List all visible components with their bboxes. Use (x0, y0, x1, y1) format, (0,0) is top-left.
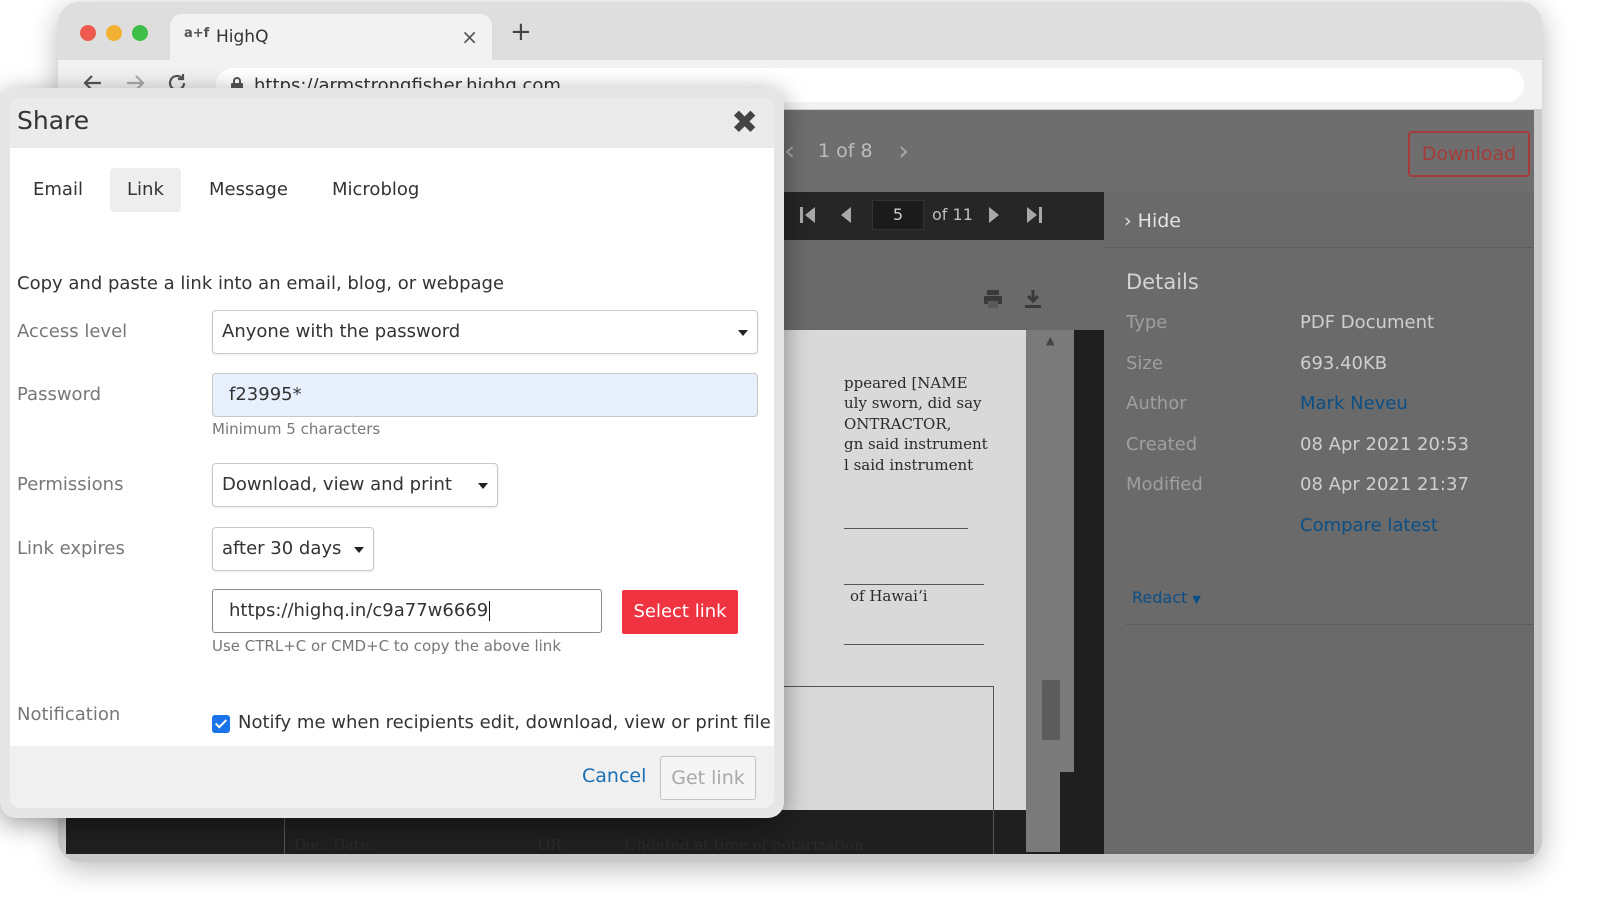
doc-text-line: l said instrument (844, 456, 974, 474)
caret-down-icon (738, 330, 748, 336)
window-zoom-icon[interactable] (132, 25, 148, 41)
checkmark-icon (214, 716, 228, 729)
permissions-label: Permissions (17, 474, 124, 495)
compare-latest-link[interactable]: Compare latest (1300, 515, 1438, 536)
new-tab-icon[interactable]: + (510, 19, 532, 45)
doc-text-line: OR (538, 836, 562, 854)
copy-link-hint: Use CTRL+C or CMD+C to copy the above li… (212, 637, 561, 655)
detail-value-created: 08 Apr 2021 20:53 (1300, 434, 1469, 455)
page-number-input[interactable]: 5 (872, 200, 924, 230)
doc-text-line: uly sworn, did say (844, 394, 982, 412)
access-level-value: Anyone with the password (222, 321, 461, 342)
close-icon[interactable]: ✖ (731, 103, 758, 141)
dialog-header: Share ✖ (10, 98, 774, 148)
password-input[interactable]: f23995* (212, 373, 758, 417)
doc-text-line: gn said instrument (844, 435, 988, 453)
print-icon[interactable] (982, 288, 1004, 310)
permissions-value: Download, view and print (222, 474, 452, 495)
redact-label: Redact (1132, 588, 1188, 607)
notification-label: Notification (17, 704, 121, 725)
tab-title: HighQ (216, 27, 269, 47)
caret-down-icon (478, 483, 488, 489)
get-link-button[interactable]: Get link (660, 756, 756, 800)
password-label: Password (17, 384, 102, 405)
details-title: Details (1126, 270, 1199, 294)
doc-text-line: of Hawaiʻi (850, 587, 928, 605)
detail-label-modified: Modified (1126, 474, 1203, 495)
divider (1104, 247, 1534, 248)
notify-checkbox-label[interactable]: Notify me when recipients edit, download… (238, 712, 771, 733)
scrollbar-thumb[interactable] (1042, 680, 1060, 740)
share-link-value: https://highq.in/c9a77w6669 (229, 600, 489, 621)
site-favicon-icon: a+f (184, 26, 210, 41)
download-icon[interactable] (1022, 288, 1044, 310)
detail-value-type: PDF Document (1300, 312, 1435, 333)
details-panel: › Hide Details Type PDF Document Size 69… (1104, 192, 1534, 854)
signature-line (844, 584, 984, 585)
first-page-icon[interactable] (798, 204, 818, 226)
browser-tab[interactable]: a+f HighQ × (170, 14, 492, 60)
link-expires-select[interactable]: after 30 days (212, 527, 374, 571)
caret-down-icon (354, 547, 364, 553)
select-link-button[interactable]: Select link (622, 590, 738, 634)
doc-text-line: ONTRACTOR, (844, 415, 952, 433)
detail-value-author-link[interactable]: Mark Neveu (1300, 393, 1408, 414)
window-close-icon[interactable] (80, 25, 96, 41)
tab-close-icon[interactable]: × (461, 25, 478, 49)
tab-link[interactable]: Link (110, 168, 181, 212)
hide-panel-link[interactable]: › Hide (1124, 210, 1181, 232)
detail-value-size: 693.40KB (1300, 353, 1388, 374)
share-link-input[interactable]: https://highq.in/c9a77w6669 (212, 589, 602, 633)
doc-text-line: ppeared [NAME (844, 374, 968, 392)
access-level-label: Access level (17, 321, 128, 342)
caret-down-icon: ▼ (1192, 593, 1201, 606)
download-button[interactable]: Download (1408, 131, 1530, 177)
detail-label-type: Type (1126, 312, 1168, 333)
cancel-button[interactable]: Cancel (582, 765, 646, 787)
permissions-select[interactable]: Download, view and print (212, 463, 498, 507)
file-pager-text: 1 of 8 (818, 140, 873, 162)
detail-label-author: Author (1126, 393, 1187, 414)
hide-panel-label: Hide (1137, 210, 1181, 232)
prev-file-chevron-icon[interactable]: ‹ (784, 134, 795, 167)
tab-email[interactable]: Email (16, 168, 100, 212)
page-total: of 11 (932, 205, 973, 224)
prev-page-icon[interactable] (838, 204, 854, 226)
dialog-title: Share (17, 106, 90, 135)
redact-dropdown[interactable]: Redact ▼ (1132, 588, 1201, 607)
doc-text-line: Doc. Date: (294, 836, 374, 854)
scroll-up-icon[interactable]: ▲ (1046, 334, 1054, 347)
dialog-body: Email Link Message Microblog Copy and pa… (10, 148, 774, 746)
tab-message[interactable]: Message (192, 168, 305, 212)
window-minimize-icon[interactable] (106, 25, 122, 41)
password-hint: Minimum 5 characters (212, 420, 381, 438)
detail-value-modified: 08 Apr 2021 21:37 (1300, 474, 1469, 495)
dialog-footer: Cancel Get link (10, 746, 774, 808)
divider (1126, 624, 1534, 625)
last-page-icon[interactable] (1024, 204, 1044, 226)
next-file-chevron-icon[interactable]: › (898, 134, 909, 167)
doc-text-line: Undated at time of notarization (624, 836, 864, 854)
access-level-select[interactable]: Anyone with the password (212, 310, 758, 354)
viewer-scrollbar[interactable] (1026, 330, 1060, 852)
share-dialog: Share ✖ Email Link Message Microblog Cop… (0, 88, 784, 818)
chevron-right-icon: › (1124, 210, 1132, 232)
signature-line (844, 644, 984, 645)
next-page-icon[interactable] (986, 204, 1002, 226)
notify-checkbox[interactable] (212, 715, 230, 733)
share-intro-text: Copy and paste a link into an email, blo… (17, 273, 505, 294)
text-cursor (489, 601, 491, 621)
browser-tab-bar: a+f HighQ × + (58, 2, 1542, 60)
signature-line (844, 528, 968, 529)
link-expires-label: Link expires (17, 538, 125, 559)
link-expires-value: after 30 days (222, 538, 342, 559)
tab-microblog[interactable]: Microblog (315, 168, 436, 212)
detail-label-created: Created (1126, 434, 1198, 455)
detail-label-size: Size (1126, 353, 1163, 374)
